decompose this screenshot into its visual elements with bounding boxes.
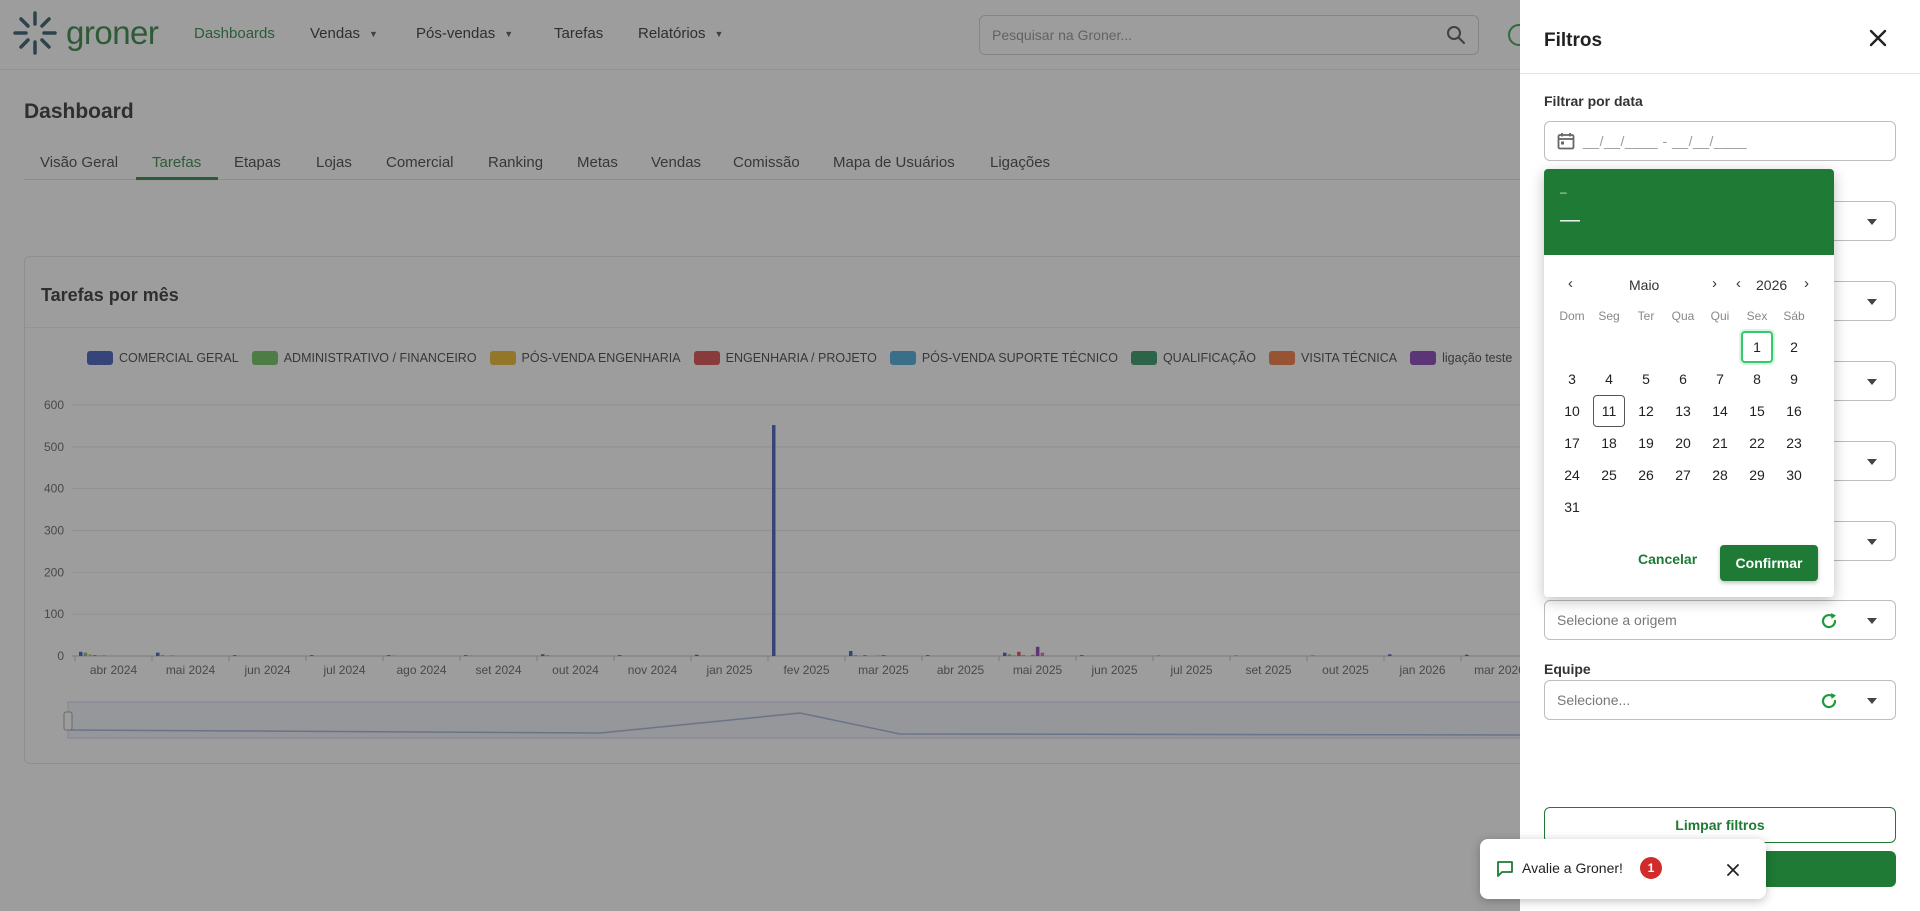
calendar-day[interactable]: 15 [1741, 395, 1773, 427]
weekday-label: Ter [1637, 309, 1655, 323]
team-placeholder: Selecione... [1557, 692, 1631, 708]
calendar-day[interactable]: 22 [1741, 427, 1773, 459]
cancel-button[interactable]: Cancelar [1638, 551, 1697, 567]
prev-month-icon[interactable]: ‹ [1568, 275, 1573, 292]
date-range-mask: __/__/____ - __/__/____ [1583, 133, 1748, 149]
origin-select[interactable]: Selecione a origem [1544, 600, 1896, 640]
calendar-day[interactable]: 7 [1704, 363, 1736, 395]
weekday-label: Qui [1710, 309, 1730, 323]
weekday-label: Qua [1671, 309, 1695, 323]
clear-filters-button[interactable]: Limpar filtros [1544, 807, 1896, 843]
drawer-divider [1520, 73, 1920, 74]
calendar-day[interactable]: 25 [1593, 459, 1625, 491]
calendar-day[interactable]: 3 [1556, 363, 1588, 395]
chevron-down-icon[interactable] [1867, 219, 1877, 225]
confirm-button[interactable]: Confirmar [1720, 545, 1818, 581]
calendar-day[interactable]: 13 [1667, 395, 1699, 427]
date-filter-label: Filtrar por data [1544, 93, 1643, 109]
chevron-down-icon[interactable] [1867, 618, 1877, 624]
calendar-day[interactable]: 17 [1556, 427, 1588, 459]
chevron-down-icon[interactable] [1867, 379, 1877, 385]
date-picker-range-start: – [1560, 185, 1567, 199]
calendar-day[interactable]: 5 [1630, 363, 1662, 395]
team-select[interactable]: Selecione... [1544, 680, 1896, 720]
calendar-day[interactable]: 6 [1667, 363, 1699, 395]
calendar-day[interactable]: 16 [1778, 395, 1810, 427]
weekday-label: Dom [1559, 309, 1585, 323]
calendar-day[interactable]: 21 [1704, 427, 1736, 459]
calendar-day[interactable]: 4 [1593, 363, 1625, 395]
date-picker-header: – — [1544, 169, 1834, 255]
chevron-down-icon[interactable] [1867, 698, 1877, 704]
refresh-icon[interactable] [1819, 611, 1839, 631]
chat-bubble-icon [1497, 861, 1513, 877]
chevron-down-icon[interactable] [1867, 459, 1877, 465]
calendar-day[interactable]: 14 [1704, 395, 1736, 427]
calendar-day[interactable]: 8 [1741, 363, 1773, 395]
calendar-day[interactable]: 12 [1630, 395, 1662, 427]
year-label[interactable]: 2026 [1756, 277, 1787, 293]
origin-placeholder: Selecione a origem [1557, 612, 1677, 628]
close-icon[interactable] [1724, 861, 1742, 879]
prev-year-icon[interactable]: ‹ [1736, 275, 1741, 292]
calendar-day[interactable]: 28 [1704, 459, 1736, 491]
weekday-label: Seg [1598, 309, 1620, 323]
team-label: Equipe [1544, 661, 1591, 677]
calendar-day[interactable]: 26 [1630, 459, 1662, 491]
drawer-title: Filtros [1544, 30, 1603, 51]
calendar-day[interactable]: 27 [1667, 459, 1699, 491]
calendar-day[interactable]: 29 [1741, 459, 1773, 491]
feedback-toast[interactable]: Avalie a Groner! 1 [1480, 839, 1766, 899]
chevron-down-icon[interactable] [1867, 299, 1877, 305]
next-year-icon[interactable]: › [1804, 275, 1809, 292]
refresh-icon[interactable] [1819, 691, 1839, 711]
calendar-day[interactable]: 30 [1778, 459, 1810, 491]
calendar-day[interactable]: 1 [1741, 331, 1773, 363]
chevron-down-icon[interactable] [1867, 539, 1877, 545]
calendar-day[interactable]: 24 [1556, 459, 1588, 491]
calendar-day[interactable]: 20 [1667, 427, 1699, 459]
calendar-day[interactable]: 19 [1630, 427, 1662, 459]
notification-badge: 1 [1640, 857, 1662, 879]
date-picker-range-display: — [1560, 209, 1580, 231]
calendar-day[interactable]: 2 [1778, 331, 1810, 363]
calendar-day[interactable]: 31 [1556, 491, 1588, 523]
weekday-label: Sáb [1783, 309, 1805, 323]
calendar-day[interactable]: 18 [1593, 427, 1625, 459]
date-picker-popup: – — ‹ Maio › ‹ 2026 › Dom Seg Ter Qua Qui Sex… [1544, 169, 1834, 597]
calendar-day[interactable]: 23 [1778, 427, 1810, 459]
calendar-day[interactable]: 9 [1778, 363, 1810, 395]
next-month-icon[interactable]: › [1712, 275, 1717, 292]
calendar-icon [1557, 133, 1575, 150]
close-icon[interactable] [1866, 26, 1890, 50]
calendar-day[interactable]: 10 [1556, 395, 1588, 427]
calendar-day[interactable]: 11 [1593, 395, 1625, 427]
toast-text: Avalie a Groner! [1522, 860, 1623, 876]
weekday-label: Sex [1746, 309, 1768, 323]
month-label[interactable]: Maio [1629, 277, 1659, 293]
date-range-field[interactable]: __/__/____ - __/__/____ [1544, 121, 1896, 161]
